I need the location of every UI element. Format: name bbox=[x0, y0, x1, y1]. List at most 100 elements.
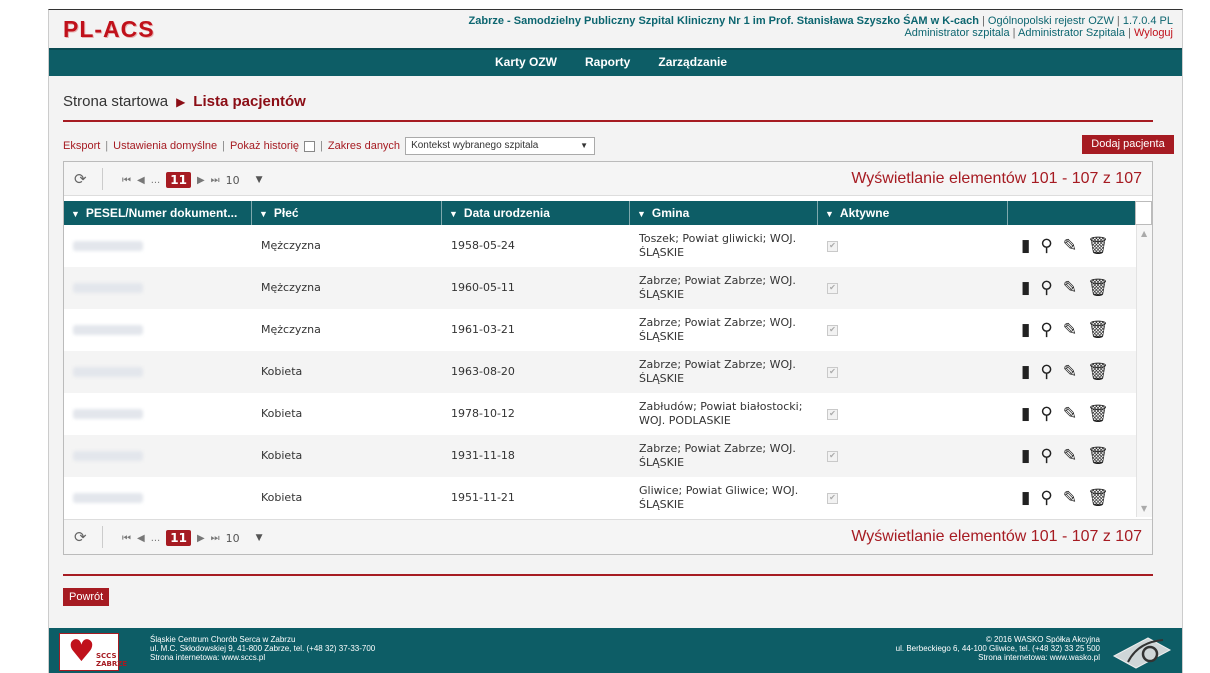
view-icon[interactable]: ⚲ bbox=[1040, 489, 1052, 507]
table-cell: Kobieta bbox=[252, 393, 442, 435]
table-cell: ✔ bbox=[818, 351, 1008, 393]
card-icon[interactable]: ▮ bbox=[1021, 447, 1030, 465]
next-page-icon[interactable]: ▶ bbox=[197, 533, 205, 544]
page-size-dropdown-icon[interactable]: ▼ bbox=[256, 533, 263, 543]
nav-raporty[interactable]: Raporty bbox=[585, 55, 630, 69]
nav-zarzadzanie[interactable]: Zarządzanie bbox=[658, 55, 727, 69]
app-version: 1.7.0.4 PL bbox=[1122, 15, 1173, 27]
next-page-icon[interactable]: ▶ bbox=[197, 175, 205, 186]
table-row[interactable]: Kobieta 1978-10-12 Zabłudów; Powiat białos… bbox=[64, 393, 1151, 435]
pager-current-page[interactable]: 11 bbox=[166, 530, 191, 546]
divider bbox=[63, 574, 1153, 576]
scroll-up-icon[interactable]: ▲ bbox=[1141, 229, 1147, 238]
edit-icon[interactable]: ✎ bbox=[1063, 321, 1077, 339]
add-patient-button[interactable]: Dodaj pacjenta bbox=[1082, 135, 1174, 154]
col-aktywne[interactable]: ▼ Aktywne bbox=[818, 201, 1008, 225]
pager-top: ⟳ ⏮ ◀ ... 11 ▶ ⏭ 10 ▼ Wyświetlanie eleme… bbox=[64, 162, 1152, 196]
logout-link[interactable]: Wyloguj bbox=[1134, 27, 1173, 39]
breadcrumb-home[interactable]: Strona startowa bbox=[63, 93, 168, 110]
card-icon[interactable]: ▮ bbox=[1021, 321, 1030, 339]
col-plec[interactable]: ▼ Płeć bbox=[252, 201, 442, 225]
filter-icon[interactable]: ▼ bbox=[825, 209, 834, 219]
first-page-icon[interactable]: ⏮ bbox=[122, 533, 131, 544]
delete-icon[interactable]: 🗑 bbox=[1087, 363, 1109, 381]
pager-ellipsis[interactable]: ... bbox=[151, 533, 161, 544]
caret-down-icon: ▼ bbox=[580, 141, 589, 150]
pesel-redacted bbox=[73, 367, 143, 377]
view-icon[interactable]: ⚲ bbox=[1040, 447, 1052, 465]
edit-icon[interactable]: ✎ bbox=[1063, 279, 1077, 297]
page-size-dropdown-icon[interactable]: ▼ bbox=[256, 175, 263, 185]
delete-icon[interactable]: 🗑 bbox=[1087, 489, 1109, 507]
data-range-label: Zakres danych bbox=[327, 140, 401, 152]
delete-icon[interactable]: 🗑 bbox=[1087, 279, 1109, 297]
view-icon[interactable]: ⚲ bbox=[1040, 321, 1052, 339]
prev-page-icon[interactable]: ◀ bbox=[137, 533, 145, 544]
prev-page-icon[interactable]: ◀ bbox=[137, 175, 145, 186]
back-button[interactable]: Powrót bbox=[63, 588, 110, 606]
filter-icon[interactable]: ▼ bbox=[259, 209, 268, 219]
table-row[interactable]: Kobieta 1951-11-21 Gliwice; Powiat Gliwice… bbox=[64, 477, 1151, 517]
cell-gmina: Zabrze; Powiat Zabrze; WOJ. ŚLĄSKIE bbox=[639, 358, 796, 385]
cell-gmina: Zabrze; Powiat Zabrze; WOJ. ŚLĄSKIE bbox=[639, 274, 796, 301]
pager-current-page[interactable]: 11 bbox=[166, 172, 191, 188]
col-pesel[interactable]: ▼ PESEL/Numer dokument... bbox=[64, 201, 252, 225]
table-row[interactable]: Kobieta 1963-08-20 Zabrze; Powiat Zabrze; … bbox=[64, 351, 1151, 393]
card-icon[interactable]: ▮ bbox=[1021, 405, 1030, 423]
table-row[interactable]: Mężczyzna 1958-05-24 Toszek; Powiat gliwic… bbox=[64, 225, 1151, 267]
table-row[interactable]: Mężczyzna 1961-03-21 Zabrze; Powiat Zabrze… bbox=[64, 309, 1151, 351]
edit-icon[interactable]: ✎ bbox=[1063, 363, 1077, 381]
edit-icon[interactable]: ✎ bbox=[1063, 237, 1077, 255]
last-page-icon[interactable]: ⏭ bbox=[211, 533, 220, 544]
main-nav: Karty OZW Raporty Zarządzanie bbox=[49, 48, 1182, 76]
card-icon[interactable]: ▮ bbox=[1021, 237, 1030, 255]
filter-icon[interactable]: ▼ bbox=[449, 209, 458, 219]
table-cell: ▮ ⚲ ✎ 🗑 bbox=[1008, 477, 1151, 517]
nav-karty-ozw[interactable]: Karty OZW bbox=[495, 55, 557, 69]
edit-icon[interactable]: ✎ bbox=[1063, 489, 1077, 507]
page-title: Lista pacjentów bbox=[193, 93, 306, 110]
export-link[interactable]: Eksport bbox=[63, 140, 100, 152]
filter-icon[interactable]: ▼ bbox=[71, 209, 80, 219]
edit-icon[interactable]: ✎ bbox=[1063, 447, 1077, 465]
cell-dob: 1951-11-21 bbox=[451, 491, 515, 504]
vertical-scrollbar[interactable]: ▲ ▼ bbox=[1136, 225, 1152, 517]
active-checkbox: ✔ bbox=[827, 366, 838, 378]
default-settings-link[interactable]: Ustawienia domyślne bbox=[113, 140, 217, 152]
active-checkbox: ✔ bbox=[827, 408, 838, 420]
table-row[interactable]: Mężczyzna 1960-05-11 Zabrze; Powiat Zabrze… bbox=[64, 267, 1151, 309]
delete-icon[interactable]: 🗑 bbox=[1087, 321, 1109, 339]
table-row[interactable]: Kobieta 1931-11-18 Zabrze; Powiat Zabrze; … bbox=[64, 435, 1151, 477]
first-page-icon[interactable]: ⏮ bbox=[122, 175, 131, 186]
table-cell: Zabrze; Powiat Zabrze; WOJ. ŚLĄSKIE bbox=[630, 351, 818, 393]
view-icon[interactable]: ⚲ bbox=[1040, 279, 1052, 297]
hospital-name: Zabrze - Samodzielny Publiczny Szpital K… bbox=[468, 15, 979, 27]
col-gmina[interactable]: ▼ Gmina bbox=[630, 201, 818, 225]
delete-icon[interactable]: 🗑 bbox=[1087, 405, 1109, 423]
pager-ellipsis[interactable]: ... bbox=[151, 175, 161, 186]
delete-icon[interactable]: 🗑 bbox=[1087, 237, 1109, 255]
delete-icon[interactable]: 🗑 bbox=[1087, 447, 1109, 465]
card-icon[interactable]: ▮ bbox=[1021, 279, 1030, 297]
scroll-down-icon[interactable]: ▼ bbox=[1141, 504, 1147, 513]
header-info: Zabrze - Samodzielny Publiczny Szpital K… bbox=[468, 15, 1173, 39]
filter-icon[interactable]: ▼ bbox=[637, 209, 646, 219]
cell-gmina: Zabrze; Powiat Zabrze; WOJ. ŚLĄSKIE bbox=[639, 442, 796, 469]
app-logo[interactable]: PL-ACS bbox=[63, 16, 155, 43]
data-range-value: Kontekst wybranego szpitala bbox=[411, 140, 539, 151]
col-data-urodzenia[interactable]: ▼ Data urodzenia bbox=[442, 201, 630, 225]
refresh-icon[interactable]: ⟳ bbox=[74, 170, 87, 188]
view-icon[interactable]: ⚲ bbox=[1040, 405, 1052, 423]
edit-icon[interactable]: ✎ bbox=[1063, 405, 1077, 423]
user-name: Administrator Szpitala bbox=[1017, 27, 1125, 39]
card-icon[interactable]: ▮ bbox=[1021, 489, 1030, 507]
view-icon[interactable]: ⚲ bbox=[1040, 363, 1052, 381]
show-history-checkbox[interactable] bbox=[304, 140, 316, 152]
refresh-icon[interactable]: ⟳ bbox=[74, 528, 87, 546]
card-icon[interactable]: ▮ bbox=[1021, 363, 1030, 381]
pesel-redacted bbox=[73, 283, 143, 293]
sccs-logo: ♥ SCCS ZABRZE bbox=[59, 633, 127, 671]
last-page-icon[interactable]: ⏭ bbox=[211, 175, 220, 186]
data-range-select[interactable]: Kontekst wybranego szpitala ▼ bbox=[405, 137, 596, 155]
view-icon[interactable]: ⚲ bbox=[1040, 237, 1052, 255]
